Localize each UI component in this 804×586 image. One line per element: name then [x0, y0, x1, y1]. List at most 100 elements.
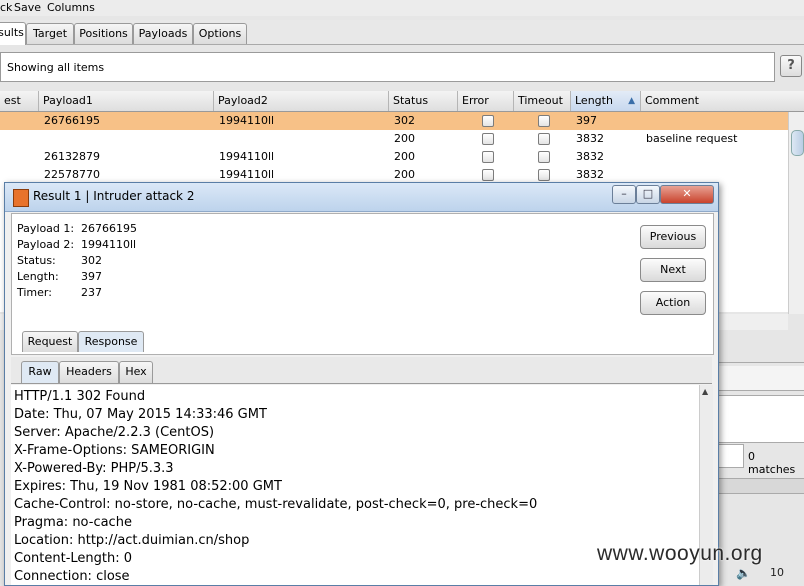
length-value: 397: [81, 270, 102, 283]
cell-status: 302: [394, 114, 415, 127]
response-line: Expires: Thu, 19 Nov 1981 08:52:00 GMT: [14, 479, 282, 494]
menu-bar: ck Save Columns: [0, 0, 804, 16]
filter-bar[interactable]: Showing all items: [0, 52, 775, 82]
cell-length: 3832: [576, 150, 604, 163]
cell-payload2: 1994110ll: [219, 150, 275, 163]
watermark: www.wooyun.org: [597, 542, 763, 565]
minimize-button[interactable]: –: [612, 185, 636, 204]
cell-status: 200: [394, 150, 415, 163]
column-payload2[interactable]: Payload2: [214, 91, 389, 111]
tab-hex[interactable]: Hex: [119, 361, 153, 383]
response-raw-view[interactable]: HTTP/1.1 302 Found Date: Thu, 07 May 201…: [11, 385, 699, 585]
column-request[interactable]: est: [0, 91, 39, 111]
cell-length: 3832: [576, 132, 604, 145]
speaker-icon: 🔈: [736, 566, 751, 580]
payload2-label: Payload 2:: [17, 238, 75, 251]
error-checkbox: [482, 169, 494, 181]
cell-payload1: 26766195: [44, 114, 100, 127]
payload1-value: 26766195: [81, 222, 137, 235]
main-tab-row: sults Target Positions Payloads Options: [0, 20, 804, 45]
lower-text-panel: [717, 395, 804, 443]
payload1-label: Payload 1:: [17, 222, 75, 235]
column-comment[interactable]: Comment: [641, 91, 804, 111]
previous-button[interactable]: Previous: [640, 225, 706, 249]
tab-positions[interactable]: Positions: [74, 23, 133, 44]
lower-panel-strip: [717, 366, 804, 391]
column-length-label: Length: [575, 94, 613, 107]
close-button[interactable]: ✕: [660, 185, 714, 204]
scroll-thumb[interactable]: [791, 130, 804, 156]
tab-payloads[interactable]: Payloads: [133, 23, 193, 44]
lower-status-bar: [717, 478, 804, 494]
burp-logo-icon: [13, 189, 29, 207]
response-view-tab-row: Raw Headers Hex: [11, 357, 712, 384]
help-button[interactable]: ?: [780, 55, 802, 77]
cell-payload2: 1994110ll: [219, 114, 275, 127]
lower-panel-strip: [717, 338, 804, 363]
timeout-checkbox: [538, 169, 550, 181]
status-label: Status:: [17, 254, 56, 267]
response-line: Pragma: no-cache: [14, 515, 132, 530]
sort-ascending-icon: ▲: [628, 96, 635, 106]
cell-status: 200: [394, 132, 415, 145]
column-payload1[interactable]: Payload1: [39, 91, 214, 111]
results-table-header: est Payload1 Payload2 Status Error Timeo…: [0, 91, 804, 112]
tab-response[interactable]: Response: [78, 331, 144, 352]
timer-value: 237: [81, 286, 102, 299]
response-line: Cache-Control: no-store, no-cache, must-…: [14, 497, 538, 512]
table-row[interactable]: 26766195 1994110ll 302 397: [0, 112, 788, 130]
timeout-checkbox: [538, 151, 550, 163]
tab-target[interactable]: Target: [26, 23, 74, 44]
table-row[interactable]: 26132879 1994110ll 200 3832: [0, 148, 788, 166]
response-line: X-Frame-Options: SAMEORIGIN: [14, 443, 215, 458]
maximize-button[interactable]: □: [636, 185, 660, 204]
timer-label: Timer:: [17, 286, 52, 299]
dialog-title-bar[interactable]: Result 1 | Intruder attack 2 – □ ✕: [5, 183, 718, 212]
menu-columns[interactable]: Columns: [47, 1, 95, 14]
column-status[interactable]: Status: [389, 91, 458, 111]
menu-attack[interactable]: ck: [0, 1, 12, 14]
payload2-value: 1994110ll: [81, 238, 137, 251]
menu-save[interactable]: Save: [14, 1, 41, 14]
length-label: Length:: [17, 270, 59, 283]
close-icon: ✕: [682, 187, 692, 200]
error-checkbox: [482, 115, 494, 127]
error-checkbox: [482, 151, 494, 163]
maximize-icon: □: [642, 187, 654, 200]
error-checkbox: [482, 133, 494, 145]
tab-raw[interactable]: Raw: [21, 361, 59, 383]
response-line: Date: Thu, 07 May 2015 14:33:46 GMT: [14, 407, 267, 422]
table-row[interactable]: 200 3832 baseline request: [0, 130, 788, 148]
tab-options[interactable]: Options: [193, 23, 247, 44]
column-length[interactable]: Length ▲: [571, 91, 641, 111]
column-timeout[interactable]: Timeout: [514, 91, 571, 111]
result-dialog: Result 1 | Intruder attack 2 – □ ✕ Paylo…: [4, 182, 719, 586]
next-button[interactable]: Next: [640, 258, 706, 282]
action-button[interactable]: Action: [640, 291, 706, 315]
cell-length: 397: [576, 114, 597, 127]
timeout-checkbox: [538, 133, 550, 145]
cell-comment: baseline request: [646, 132, 738, 145]
table-vertical-scrollbar[interactable]: [788, 112, 804, 314]
filter-text: Showing all items: [7, 61, 105, 74]
response-line: Location: http://act.duimian.cn/shop: [14, 533, 250, 548]
response-line: X-Powered-By: PHP/5.3.3: [14, 461, 174, 476]
result-summary-panel: Payload 1: 26766195 Payload 2: 1994110ll…: [11, 213, 714, 355]
dialog-title: Result 1 | Intruder attack 2: [33, 189, 195, 203]
cell-payload1: 26132879: [44, 150, 100, 163]
tab-request[interactable]: Request: [22, 331, 78, 352]
minimize-icon: –: [621, 187, 627, 200]
status-value: 302: [81, 254, 102, 267]
response-line: HTTP/1.1 302 Found: [14, 389, 146, 404]
tab-headers[interactable]: Headers: [59, 361, 119, 383]
response-line: Connection: close: [14, 569, 130, 584]
response-line: Content-Length: 0: [14, 551, 133, 566]
scroll-up-icon[interactable]: ▲: [702, 387, 708, 396]
response-line: Server: Apache/2.2.3 (CentOS): [14, 425, 215, 440]
column-error[interactable]: Error: [458, 91, 514, 111]
match-count: 0 matches: [748, 450, 796, 476]
tab-results[interactable]: sults: [0, 22, 26, 45]
zoom-text: 10: [770, 566, 784, 579]
next-match-button[interactable]: [718, 444, 744, 468]
timeout-checkbox: [538, 115, 550, 127]
